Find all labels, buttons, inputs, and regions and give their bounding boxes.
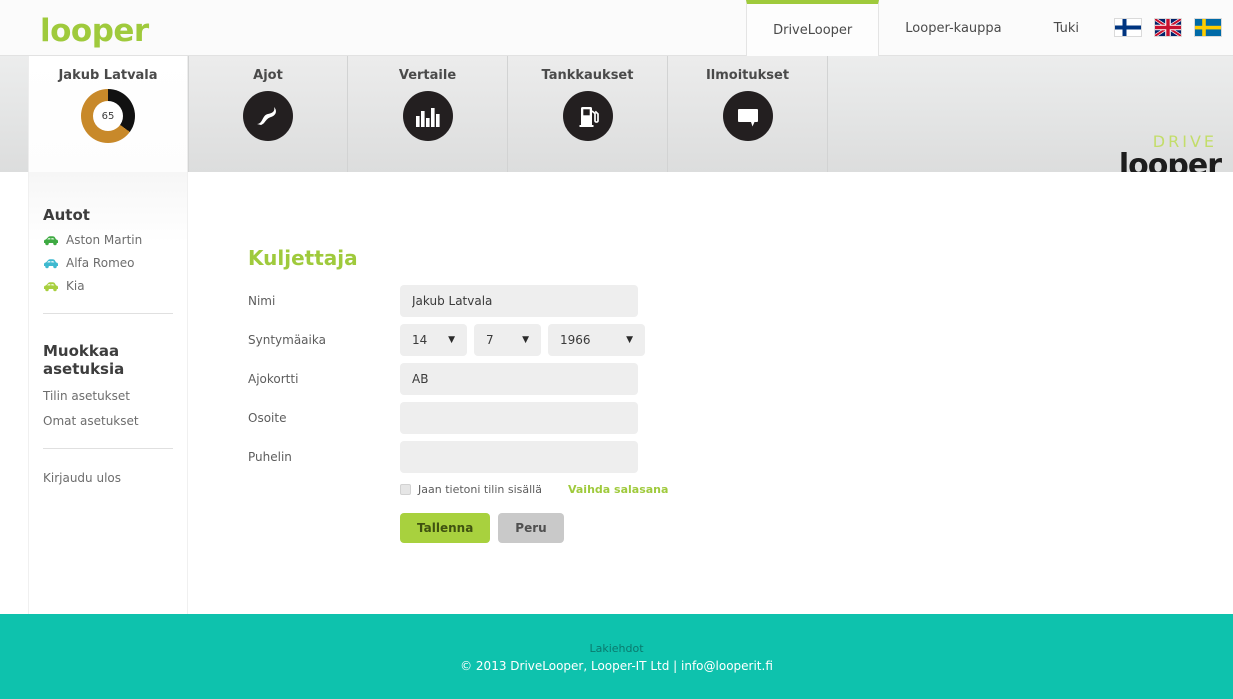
donut-score-value: 65 xyxy=(93,101,123,131)
sidebar-heading-settings: Muokkaa asetuksia xyxy=(43,342,125,378)
birth-month-value: 7 xyxy=(486,333,494,347)
nav-item-ajot[interactable]: Ajot xyxy=(188,56,348,172)
share-data-label: Jaan tietoni tilin sisällä xyxy=(418,483,542,496)
driver-score-donut: 65 xyxy=(81,89,135,143)
birth-year-select[interactable]: 1966 ▼ xyxy=(548,324,645,356)
top-bar: looper DriveLooper Looper-kauppa Tuki xyxy=(0,0,1233,56)
sidebar-item-alfa-romeo[interactable]: Alfa Romeo xyxy=(43,256,173,270)
puhelin-label: Puhelin xyxy=(248,450,292,464)
form-row-nimi: Nimi xyxy=(248,282,668,320)
driver-form: Nimi Syntymäaika 14 ▼ 7 ▼ 1966 ▼ xyxy=(248,282,668,543)
sidebar-divider-2 xyxy=(43,448,173,449)
chevron-down-icon: ▼ xyxy=(522,335,529,345)
top-nav-looper-kauppa[interactable]: Looper-kauppa xyxy=(879,0,1027,56)
top-nav-tuki[interactable]: Tuki xyxy=(1028,0,1105,56)
language-flags xyxy=(1115,19,1221,36)
sidebar-item-alfa-romeo-label: Alfa Romeo xyxy=(66,256,135,270)
main-navigation: Ajot Vertaile Tankkaukset Ilmoitukset xyxy=(188,56,828,172)
sidebar-item-tilin-asetukset[interactable]: Tilin asetukset xyxy=(43,389,173,403)
sidebar-item-aston-martin-label: Aston Martin xyxy=(66,233,143,247)
nav-item-ilmoitukset[interactable]: Ilmoitukset xyxy=(668,56,828,172)
top-nav-tuki-label: Tuki xyxy=(1053,20,1079,36)
share-data-checkbox[interactable] xyxy=(400,484,411,495)
sidebar-heading-cars: Autot xyxy=(43,206,90,224)
birth-day-select[interactable]: 14 ▼ xyxy=(400,324,467,356)
birth-month-select[interactable]: 7 ▼ xyxy=(474,324,541,356)
speech-bubble-icon xyxy=(722,91,773,141)
ajokortti-label: Ajokortti xyxy=(248,372,299,386)
nav-item-ilmoitukset-label: Ilmoitukset xyxy=(705,68,790,83)
top-nav-drivelooper[interactable]: DriveLooper xyxy=(746,0,880,56)
nav-item-vertaile-label: Vertaile xyxy=(398,68,457,83)
nimi-label: Nimi xyxy=(248,294,276,308)
sidebar: Autot Aston Martin Alfa Romeo Kia Muokka… xyxy=(28,172,188,614)
birth-day-value: 14 xyxy=(412,333,428,347)
user-card[interactable]: Jakub Latvala 65 xyxy=(28,56,188,172)
form-row-puhelin: Puhelin xyxy=(248,438,668,476)
chevron-down-icon: ▼ xyxy=(448,335,455,345)
sidebar-item-kia-label: Kia xyxy=(66,279,85,293)
syntymaaika-label: Syntymäaika xyxy=(248,333,326,347)
looper-logo[interactable]: looper xyxy=(40,13,149,49)
ajokortti-input[interactable] xyxy=(400,363,638,395)
main-content: Kuljettaja Nimi Syntymäaika 14 ▼ 7 ▼ xyxy=(188,172,1233,614)
top-nav-drivelooper-label: DriveLooper xyxy=(773,22,853,38)
fuel-pump-icon xyxy=(562,91,613,141)
sidebar-item-aston-martin[interactable]: Aston Martin xyxy=(43,233,173,247)
birth-year-value: 1966 xyxy=(560,333,591,347)
footer-copyright: © 2013 DriveLooper, Looper-IT Ltd | info… xyxy=(460,659,773,673)
osoite-input[interactable] xyxy=(400,402,638,434)
save-button[interactable]: Tallenna xyxy=(400,513,491,543)
page-title: Kuljettaja xyxy=(248,246,358,270)
top-nav-looper-kauppa-label: Looper-kauppa xyxy=(905,20,1002,36)
user-name: Jakub Latvala xyxy=(58,68,158,83)
footer: Lakiehdot © 2013 DriveLooper, Looper-IT … xyxy=(0,614,1233,699)
sweden-flag[interactable] xyxy=(1195,19,1221,36)
uk-flag[interactable] xyxy=(1155,19,1181,36)
form-row-ajokortti: Ajokortti xyxy=(248,360,668,398)
footer-terms-link[interactable]: Lakiehdot xyxy=(0,614,1233,655)
chevron-down-icon: ▼ xyxy=(626,335,633,345)
sidebar-item-omat-asetukset[interactable]: Omat asetukset xyxy=(43,414,173,428)
form-row-syntymaaika: Syntymäaika 14 ▼ 7 ▼ 1966 ▼ xyxy=(248,321,668,359)
top-navigation: DriveLooper Looper-kauppa Tuki xyxy=(746,0,1105,56)
change-password-link[interactable]: Vaihda salasana xyxy=(568,483,668,496)
sidebar-item-kia[interactable]: Kia xyxy=(43,279,173,293)
bar-chart-icon xyxy=(402,91,453,141)
form-actions: Tallenna Peru xyxy=(400,513,668,543)
birthdate-selects: 14 ▼ 7 ▼ 1966 ▼ xyxy=(400,324,645,356)
osoite-label: Osoite xyxy=(248,411,287,425)
finland-flag[interactable] xyxy=(1115,19,1141,36)
sidebar-divider-1 xyxy=(43,313,173,314)
nav-item-tankkaukset-label: Tankkaukset xyxy=(541,68,634,83)
nimi-input[interactable] xyxy=(400,285,638,317)
road-icon xyxy=(243,91,293,141)
car-icon xyxy=(44,258,58,268)
nav-item-vertaile[interactable]: Vertaile xyxy=(348,56,508,172)
nav-item-tankkaukset[interactable]: Tankkaukset xyxy=(508,56,668,172)
form-row-osoite: Osoite xyxy=(248,399,668,437)
car-icon xyxy=(44,235,58,245)
sidebar-item-logout[interactable]: Kirjaudu ulos xyxy=(43,471,173,485)
puhelin-input[interactable] xyxy=(400,441,638,473)
share-settings-row: Jaan tietoni tilin sisällä Vaihda salasa… xyxy=(400,483,668,496)
app-page: looper DriveLooper Looper-kauppa Tuki DR… xyxy=(0,0,1233,699)
nav-item-ajot-label: Ajot xyxy=(253,68,283,83)
cancel-button[interactable]: Peru xyxy=(498,513,564,543)
car-icon xyxy=(44,281,58,291)
